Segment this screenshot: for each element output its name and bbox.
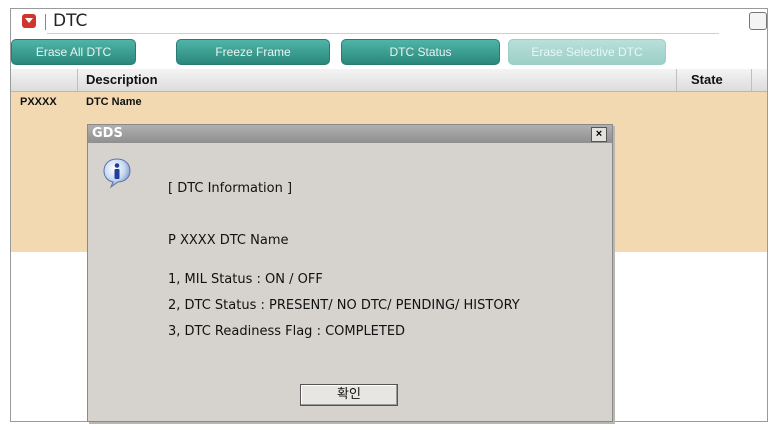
freeze-frame-button[interactable]: Freeze Frame [176,39,330,65]
dtc-table-header: Description State [11,69,767,92]
dialog-heading: [ DTC Information ] [168,181,293,196]
dialog-title: GDS [92,126,123,141]
dialog-title-bar[interactable]: GDS × [88,125,612,143]
column-divider [676,69,677,91]
dtc-info-dialog: GDS × [ DTC Information ] P XXXX DTC Nam… [87,124,613,422]
description-column-header[interactable]: Description [86,72,158,87]
info-icon [103,158,131,189]
dtc-code: PXXXX [20,96,57,108]
title-separator [45,14,46,30]
dtc-toolbar: Erase All DTC Freeze Frame DTC Status Er… [11,39,767,65]
confirm-button[interactable]: 확인 [300,384,398,406]
erase-all-dtc-button[interactable]: Erase All DTC [11,39,136,65]
dtc-status-line: 2, DTC Status : PRESENT/ NO DTC/ PENDING… [168,298,520,313]
window-title-bar: DTC [11,9,767,35]
dtc-description: DTC Name [86,96,142,108]
restore-window-icon[interactable] [749,12,767,30]
column-divider [751,69,752,91]
erase-selective-dtc-button: Erase Selective DTC [508,39,666,65]
title-underline [47,33,719,34]
window-title: DTC [53,11,88,31]
mil-status-line: 1, MIL Status : ON / OFF [168,272,323,287]
dtc-status-button[interactable]: DTC Status [341,39,500,65]
readiness-flag-line: 3, DTC Readiness Flag : COMPLETED [168,324,406,339]
dtc-code-line: P XXXX DTC Name [168,233,289,248]
collapse-arrow-icon[interactable] [22,14,36,28]
code-column-header[interactable] [11,69,78,91]
state-column-header[interactable]: State [691,72,723,87]
close-icon[interactable]: × [591,127,607,142]
